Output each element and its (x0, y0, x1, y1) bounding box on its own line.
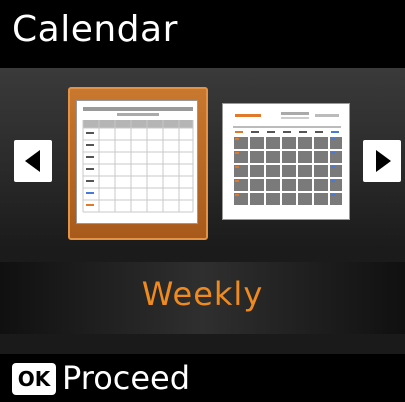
weekly-calendar-icon[interactable] (76, 100, 198, 224)
bottom-bar (0, 354, 405, 402)
proceed-label: Proceed (62, 359, 191, 397)
title-bar: Calendar (0, 0, 405, 64)
selected-option-label: Weekly (141, 275, 264, 313)
ok-button-icon[interactable]: OK (12, 363, 56, 395)
monthly-calendar-icon[interactable] (222, 103, 350, 220)
scroll-left-arrow-icon[interactable] (14, 140, 52, 182)
screen-title: Calendar (12, 9, 178, 50)
scroll-right-arrow-icon[interactable] (363, 140, 401, 182)
